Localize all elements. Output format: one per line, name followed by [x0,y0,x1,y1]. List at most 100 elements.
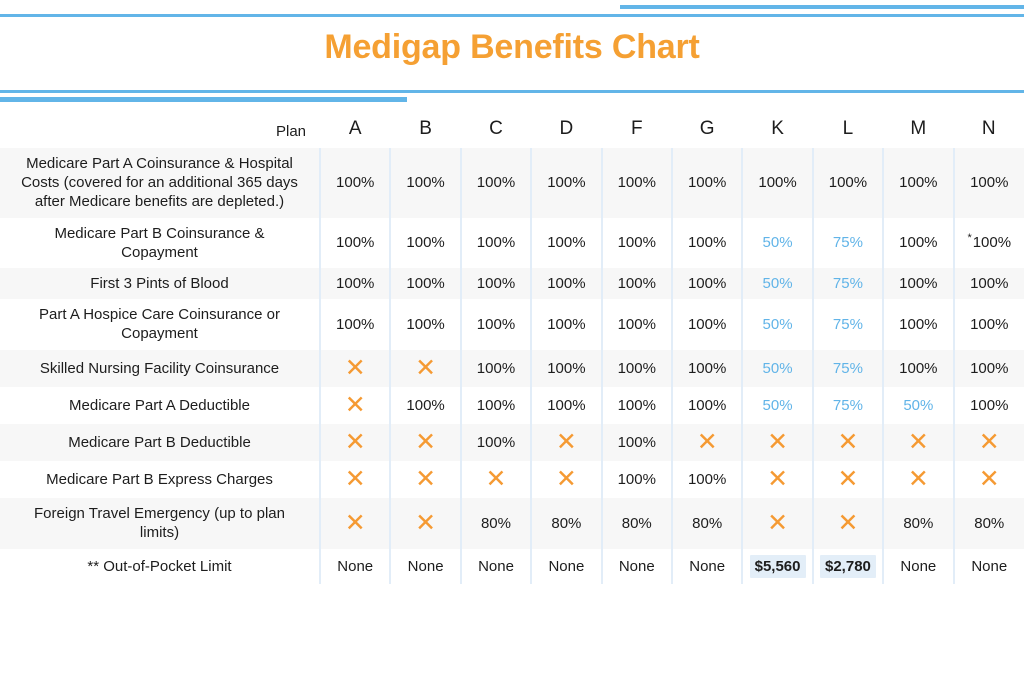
benefit-value: 75% [832,396,863,414]
not-covered-x-icon: ✕ [344,427,366,456]
benefit-cell-n: *100% [952,217,1024,268]
benefit-cell-a: 100% [319,267,391,300]
benefit-value: 75% [832,274,863,292]
table-row: Medicare Part A Deductible ✕ 100% 100% 100% 1… [0,386,1024,424]
benefit-cell-a: ✕ [319,498,391,549]
not-covered-x-icon: ✕ [696,427,718,456]
not-covered-x-icon: ✕ [485,465,507,494]
not-covered-x-icon: ✕ [344,465,366,494]
benefit-value: 100% [687,359,727,377]
not-covered-x-icon: ✕ [837,508,859,537]
benefit-cell-l: 75% [811,349,884,387]
benefit-value: None [407,557,444,575]
benefit-value: 100% [970,359,1009,377]
table-row: Medicare Part B Deductible ✕ ✕ 100% ✕ 100% ✕ ✕ ✕… [0,423,1024,462]
benefit-cell-g: 100% [670,386,743,424]
benefit-cell-l: ✕ [811,423,884,462]
benefit-cell-a: 100% [319,299,391,350]
benefit-value: 100% [336,315,375,333]
benefit-cell-f: 100% [600,148,672,218]
benefit-value: 80% [903,514,934,532]
plan-header-f: F [601,118,672,148]
benefit-cell-k: ✕ [741,461,813,499]
benefit-value: None [900,557,937,575]
benefit-label: ** Out-of-Pocket Limit [0,548,321,584]
benefit-value: 100% [476,359,516,377]
benefit-cell-d: ✕ [530,423,602,462]
benefit-cell-a: ✕ [319,349,391,387]
benefit-cell-k: ✕ [741,498,813,549]
benefit-cell-m: ✕ [882,423,954,462]
not-covered-x-icon: ✕ [344,508,366,537]
benefit-cell-a: ✕ [319,386,391,424]
benefit-value: 100% [476,433,516,451]
footnote-asterisk: * [967,232,972,245]
benefit-label: Part A Hospice Care Coinsurance or Copay… [0,299,321,350]
benefit-cell-b: 100% [389,217,461,268]
benefit-value: 50% [762,274,793,292]
benefit-cell-c: 100% [459,423,532,462]
not-covered-x-icon: ✕ [907,465,929,494]
not-covered-x-icon: ✕ [415,465,437,494]
benefit-cell-m: 50% [882,386,954,424]
benefit-cell-g: 100% [670,349,743,387]
benefit-cell-f: 80% [600,498,672,549]
not-covered-x-icon: ✕ [767,508,789,537]
benefit-value: 100% [476,234,516,252]
benefit-cell-n: 100% [952,267,1024,300]
benefit-cell-b: None [389,548,461,584]
benefit-cell-b: 100% [389,148,461,218]
benefit-cell-g: 100% [670,217,743,268]
benefit-value: 75% [832,234,863,252]
benefit-cell-m: 100% [882,267,954,300]
header-row: Plan ABCDFGKLMN [0,118,1024,148]
benefit-cell-n: ✕ [952,423,1024,462]
benefit-value: 100% [476,274,516,292]
benefit-cell-k: 50% [741,349,813,387]
not-covered-x-icon: ✕ [415,427,437,456]
benefit-cell-k: $5,560 [741,548,813,584]
not-covered-x-icon: ✕ [415,353,437,382]
plan-header-c: C [460,118,532,148]
not-covered-x-icon: ✕ [907,427,929,456]
table-row: Medicare Part B Coinsurance & Copayment 1… [0,217,1024,268]
benefit-cell-l: ✕ [811,461,884,499]
benefit-cell-m: 100% [882,217,954,268]
plan-header-l: L [812,118,884,148]
benefit-cell-g: ✕ [670,423,743,462]
benefit-value: 80% [621,514,652,532]
plan-header-m: M [883,118,954,148]
benefit-cell-m: 80% [882,498,954,549]
benefit-cell-k: ✕ [741,423,813,462]
benefit-cell-k: 50% [741,299,813,350]
not-covered-x-icon: ✕ [555,465,577,494]
benefit-value: None [337,557,374,575]
benefit-cell-f: 100% [600,217,672,268]
benefit-value: 100% [476,396,516,414]
benefit-value: 100% [406,396,445,414]
benefit-cell-d: ✕ [530,461,602,499]
plan-header-k: K [742,118,813,148]
benefit-value: 100% [336,174,375,192]
benefit-value: 100% [406,274,445,292]
benefit-cell-g: 80% [670,498,743,549]
table-row: Part A Hospice Care Coinsurance or Copay… [0,299,1024,350]
benefit-value: 80% [551,514,582,532]
medigap-benefits-table: Plan ABCDFGKLMN Medicare Part A Coinsura… [0,118,1024,584]
benefit-value: 100% [828,174,868,192]
benefit-cell-l: 75% [811,267,884,300]
benefit-cell-c: 100% [459,267,532,300]
not-covered-x-icon: ✕ [767,465,789,494]
benefit-cell-f: 100% [600,267,672,300]
benefit-cell-g: None [670,548,743,584]
table-row: Skilled Nursing Facility Coinsurance ✕ ✕ 10… [0,349,1024,387]
benefit-value: 100% [617,315,656,333]
benefit-cell-g: 100% [670,267,743,300]
benefit-cell-a: ✕ [319,423,391,462]
benefit-cell-k: 50% [741,267,813,300]
benefit-cell-m: 100% [882,349,954,387]
benefit-value: 100% [970,274,1009,292]
bottom-short-rule [0,97,407,102]
benefit-cell-b: ✕ [389,461,461,499]
benefit-value: None [618,557,655,575]
